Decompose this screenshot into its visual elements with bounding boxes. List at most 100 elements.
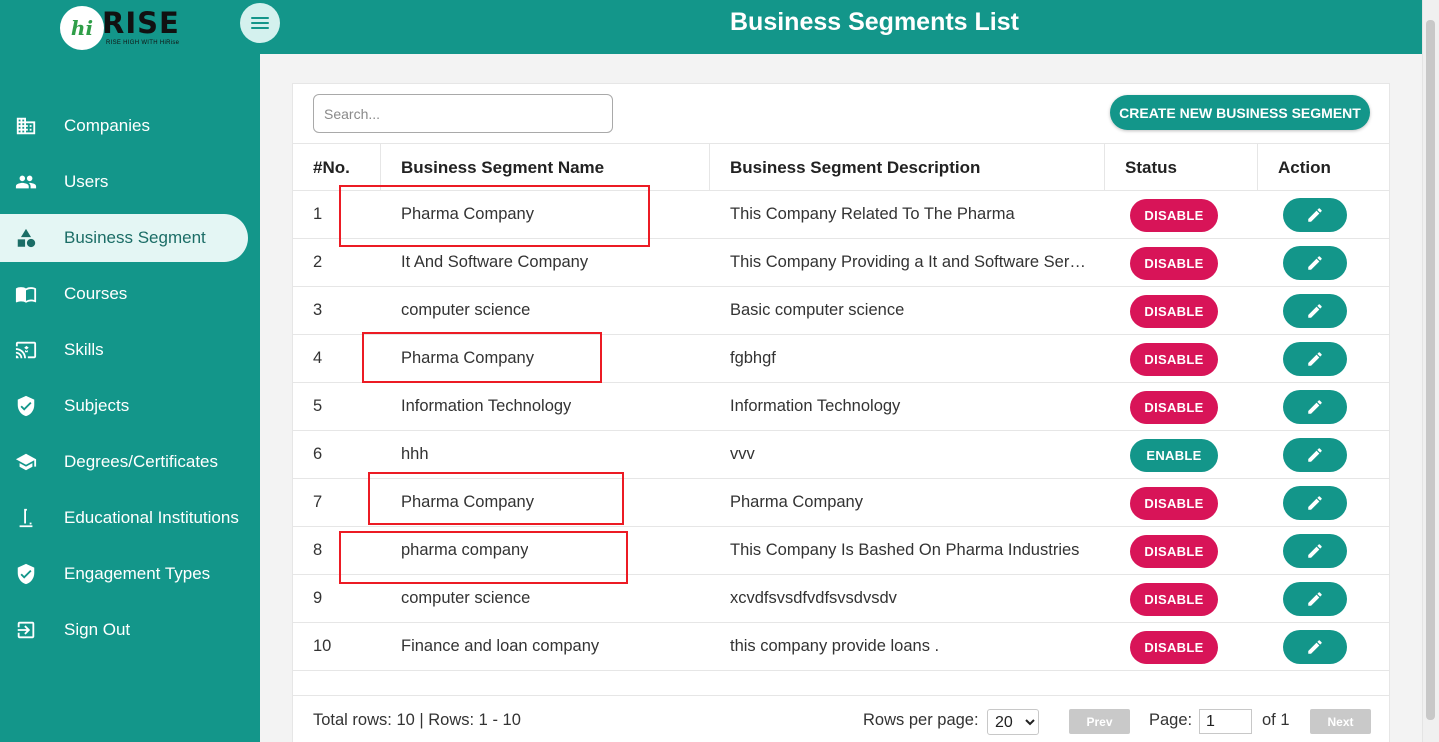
sidebar-item-sign-out[interactable]: Sign Out xyxy=(0,606,248,654)
edit-button[interactable] xyxy=(1283,582,1347,616)
table-row: 3 computer science Basic computer science D… xyxy=(293,287,1390,335)
disable-status-button[interactable]: DISABLE xyxy=(1130,247,1218,280)
page-number-input[interactable] xyxy=(1199,709,1252,734)
edit-button[interactable] xyxy=(1283,630,1347,664)
highlight-box xyxy=(339,185,650,247)
graduation-cap-icon xyxy=(15,451,37,473)
hamburger-menu-button[interactable] xyxy=(240,3,280,43)
sidebar: Companies Users Business Segment Courses… xyxy=(0,54,260,742)
enable-status-button[interactable]: ENABLE xyxy=(1130,439,1218,472)
row-number: 10 xyxy=(313,637,332,655)
shield-check-icon xyxy=(15,563,37,585)
sidebar-item-degrees-certificates[interactable]: Degrees/Certificates xyxy=(0,438,248,486)
edit-button[interactable] xyxy=(1283,342,1347,376)
edit-button[interactable] xyxy=(1283,486,1347,520)
row-number: 7 xyxy=(313,493,323,511)
edit-button[interactable] xyxy=(1283,390,1347,424)
pencil-icon xyxy=(1306,254,1324,272)
page-count: of 1 xyxy=(1262,711,1290,729)
sidebar-item-educational-institutions[interactable]: Educational Institutions xyxy=(0,494,248,542)
rows-summary: Total rows: 10 | Rows: 1 - 10 xyxy=(313,711,521,729)
disable-status-button[interactable]: DISABLE xyxy=(1130,199,1218,232)
logo-tagline: RISE HIGH WITH HiRise xyxy=(106,40,180,46)
sign-out-icon xyxy=(15,619,37,641)
header-name[interactable]: Business Segment Name xyxy=(401,144,604,191)
column-divider xyxy=(380,144,381,191)
segment-description: Pharma Company xyxy=(730,493,863,511)
disable-status-button[interactable]: DISABLE xyxy=(1130,391,1218,424)
sidebar-item-users[interactable]: Users xyxy=(0,158,248,206)
edit-button[interactable] xyxy=(1283,294,1347,328)
rows-per-page-label: Rows per page: xyxy=(863,711,979,729)
edit-button[interactable] xyxy=(1283,534,1347,568)
segment-description: this company provide loans . xyxy=(730,637,940,655)
segment-description: xcvdfsvsdfvdfsvsdvsdv xyxy=(730,589,897,607)
pencil-icon xyxy=(1306,398,1324,416)
disable-status-button[interactable]: DISABLE xyxy=(1130,535,1218,568)
segment-name: Finance and loan company xyxy=(401,637,600,655)
sidebar-item-label: Business Segment xyxy=(64,228,206,247)
highlight-box xyxy=(368,472,624,525)
sidebar-item-companies[interactable]: Companies xyxy=(0,102,248,150)
shield-check-icon xyxy=(15,395,37,417)
highlight-box xyxy=(362,332,602,383)
sidebar-item-label: Companies xyxy=(64,116,150,135)
header-no[interactable]: #No. xyxy=(313,144,350,191)
segment-name: hhh xyxy=(401,445,429,463)
sidebar-item-subjects[interactable]: Subjects xyxy=(0,382,248,430)
building-icon xyxy=(15,115,37,137)
sidebar-item-label: Engagement Types xyxy=(64,564,211,583)
sidebar-item-courses[interactable]: Courses xyxy=(0,270,248,318)
sidebar-item-label: Courses xyxy=(64,284,128,303)
row-number: 3 xyxy=(313,301,323,319)
edit-button[interactable] xyxy=(1283,198,1347,232)
sidebar-item-business-segment[interactable]: Business Segment xyxy=(0,214,248,262)
pencil-icon xyxy=(1306,206,1324,224)
edit-button[interactable] xyxy=(1283,438,1347,472)
header-status[interactable]: Status xyxy=(1125,144,1177,191)
users-icon xyxy=(15,171,37,193)
disable-status-button[interactable]: DISABLE xyxy=(1130,631,1218,664)
sidebar-item-label: Users xyxy=(64,172,109,191)
sidebar-item-skills[interactable]: Skills xyxy=(0,326,248,374)
highlight-box xyxy=(339,531,628,584)
logo-mark: hi xyxy=(60,6,104,50)
pencil-icon xyxy=(1306,542,1324,560)
segment-name: Information Technology xyxy=(401,397,572,415)
segment-description: vvv xyxy=(730,445,755,463)
edit-button[interactable] xyxy=(1283,246,1347,280)
prev-page-button[interactable]: Prev xyxy=(1069,709,1130,734)
row-number: 8 xyxy=(313,541,323,559)
next-page-button[interactable]: Next xyxy=(1310,709,1371,734)
disable-status-button[interactable]: DISABLE xyxy=(1130,343,1218,376)
sidebar-item-label: Degrees/Certificates xyxy=(64,452,219,471)
disable-status-button[interactable]: DISABLE xyxy=(1130,487,1218,520)
pencil-icon xyxy=(1306,302,1324,320)
column-divider xyxy=(1104,144,1105,191)
scrollbar-thumb[interactable] xyxy=(1426,20,1435,720)
sidebar-item-label: Skills xyxy=(64,340,104,359)
book-icon xyxy=(15,283,37,305)
segment-description: This Company Related To The Pharma xyxy=(730,205,1015,223)
segment-description: This Company Providing a It and Software… xyxy=(730,253,1086,271)
segment-description: This Company Is Bashed On Pharma Industr… xyxy=(730,541,1080,559)
column-divider xyxy=(1257,144,1258,191)
hamburger-icon xyxy=(251,17,269,29)
sidebar-item-label: Educational Institutions xyxy=(64,508,239,527)
header-action[interactable]: Action xyxy=(1278,144,1331,191)
sidebar-item-label: Sign Out xyxy=(64,620,131,639)
disable-status-button[interactable]: DISABLE xyxy=(1130,583,1218,616)
pencil-icon xyxy=(1306,446,1324,464)
create-new-business-segment-button[interactable]: CREATE NEW BUSINESS SEGMENT xyxy=(1110,95,1370,130)
disable-status-button[interactable]: DISABLE xyxy=(1130,295,1218,328)
header-description[interactable]: Business Segment Description xyxy=(730,144,980,191)
sidebar-item-engagement-types[interactable]: Engagement Types xyxy=(0,550,248,598)
hirise-logo[interactable]: hi RISE RISE HIGH WITH HiRise xyxy=(60,4,200,52)
podium-icon xyxy=(15,507,37,529)
segment-name: computer science xyxy=(401,301,531,319)
search-input[interactable] xyxy=(313,94,613,133)
row-number: 6 xyxy=(313,445,323,463)
column-divider xyxy=(709,144,710,191)
rows-per-page-select[interactable]: 20 xyxy=(987,709,1039,735)
table-row: 5 Information Technology Information Techn… xyxy=(293,383,1390,431)
